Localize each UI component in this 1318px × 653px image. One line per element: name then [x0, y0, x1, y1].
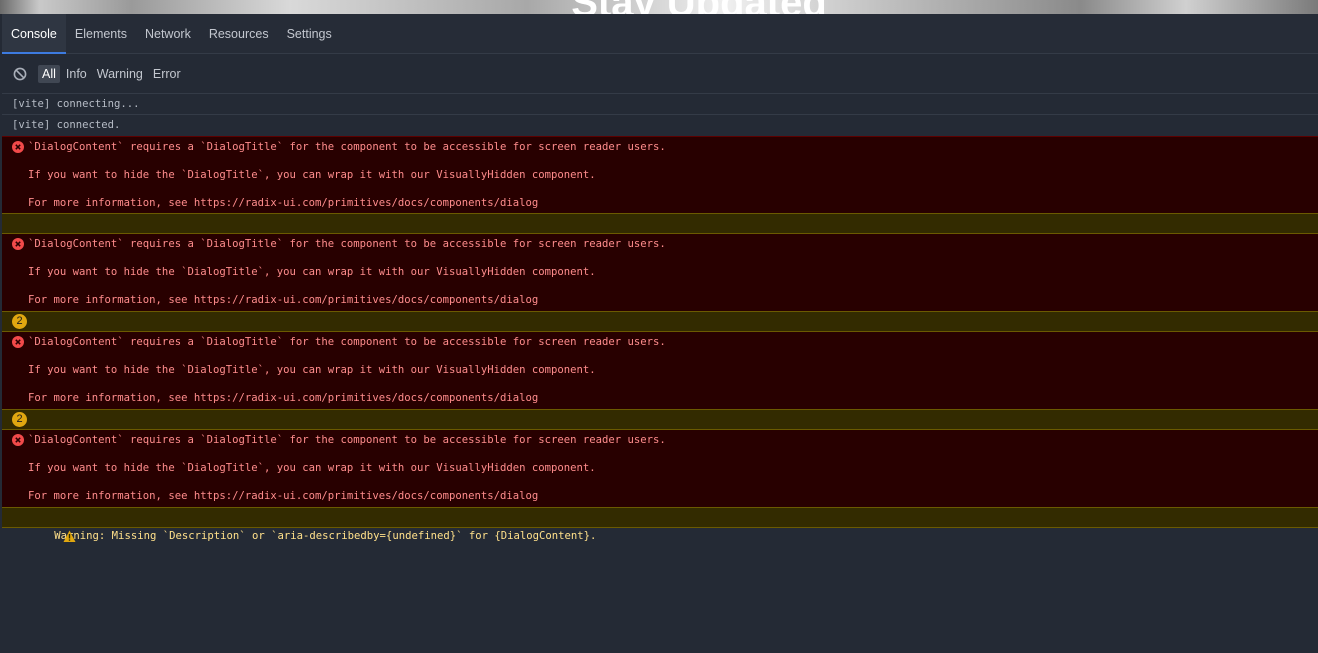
error-message: If you want to hide the `DialogTitle`, y…	[28, 364, 596, 376]
error-log-row: `DialogContent` requires a `DialogTitle`…	[2, 430, 1318, 507]
warning-log-row: 2Warning: Missing `Description` or `aria…	[2, 409, 1318, 444]
filter-all-button[interactable]: All	[38, 64, 60, 83]
error-message: If you want to hide the `DialogTitle`, y…	[28, 462, 596, 474]
error-message: `DialogContent` requires a `DialogTitle`…	[28, 141, 666, 153]
log-message: [vite] connecting...	[12, 98, 140, 110]
error-message: `DialogContent` requires a `DialogTitle`…	[28, 238, 666, 250]
log-row: [vite] connecting...	[2, 94, 1318, 115]
tab-resources-label: Resources	[208, 26, 269, 41]
error-icon	[12, 141, 24, 153]
tab-network[interactable]: Network	[136, 14, 200, 53]
devtools-panel: Console Elements Network Resources Setti…	[2, 14, 1318, 653]
tab-settings-label: Settings	[286, 26, 332, 41]
log-row: [vite] connected.	[2, 115, 1318, 136]
page-background-strip: Stay Updated	[0, 0, 1318, 14]
error-icon	[12, 336, 24, 348]
repeat-count-badge: 2	[12, 314, 27, 329]
error-message: If you want to hide the `DialogTitle`, y…	[28, 169, 596, 181]
error-message: If you want to hide the `DialogTitle`, y…	[28, 266, 596, 278]
warning-icon	[12, 217, 76, 248]
error-icon	[12, 434, 24, 446]
console-log: [vite] connecting... [vite] connected. `…	[2, 94, 1318, 542]
filter-info-button[interactable]: Info	[62, 65, 91, 83]
background-heading: Stay Updated	[0, 0, 1318, 14]
clear-console-icon[interactable]	[12, 66, 28, 82]
tab-console-label: Console	[11, 26, 57, 41]
error-log-row: `DialogContent` requires a `DialogTitle`…	[2, 332, 1318, 409]
error-icon	[12, 238, 24, 250]
warning-message: Warning: Missing `Description` or `aria-…	[54, 530, 597, 542]
filter-error-button[interactable]: Error	[149, 65, 185, 83]
error-log-row: `DialogContent` requires a `DialogTitle`…	[2, 136, 1318, 213]
tab-console[interactable]: Console	[2, 14, 66, 54]
error-message: `DialogContent` requires a `DialogTitle`…	[28, 336, 666, 348]
console-filter-bar: All Info Warning Error	[2, 54, 1318, 94]
tab-network-label: Network	[144, 26, 191, 41]
error-message: `DialogContent` requires a `DialogTitle`…	[28, 434, 666, 446]
tab-settings[interactable]: Settings	[278, 14, 341, 53]
devtools-tabbar: Console Elements Network Resources Setti…	[2, 14, 1318, 54]
log-message: [vite] connected.	[12, 119, 121, 131]
warning-log-row: Warning: Missing `Description` or `aria-…	[2, 213, 1318, 248]
warning-log-row: Warning: Missing `Description` or `aria-…	[2, 507, 1318, 542]
tab-elements[interactable]: Elements	[66, 14, 136, 53]
warning-icon	[12, 511, 76, 542]
warning-log-row: 2Warning: Missing `Description` or `aria…	[2, 311, 1318, 346]
tab-resources[interactable]: Resources	[200, 14, 278, 53]
tab-elements-label: Elements	[74, 26, 127, 41]
filter-warning-button[interactable]: Warning	[93, 65, 147, 83]
error-log-row: `DialogContent` requires a `DialogTitle`…	[2, 234, 1318, 311]
repeat-count-badge: 2	[12, 412, 27, 427]
